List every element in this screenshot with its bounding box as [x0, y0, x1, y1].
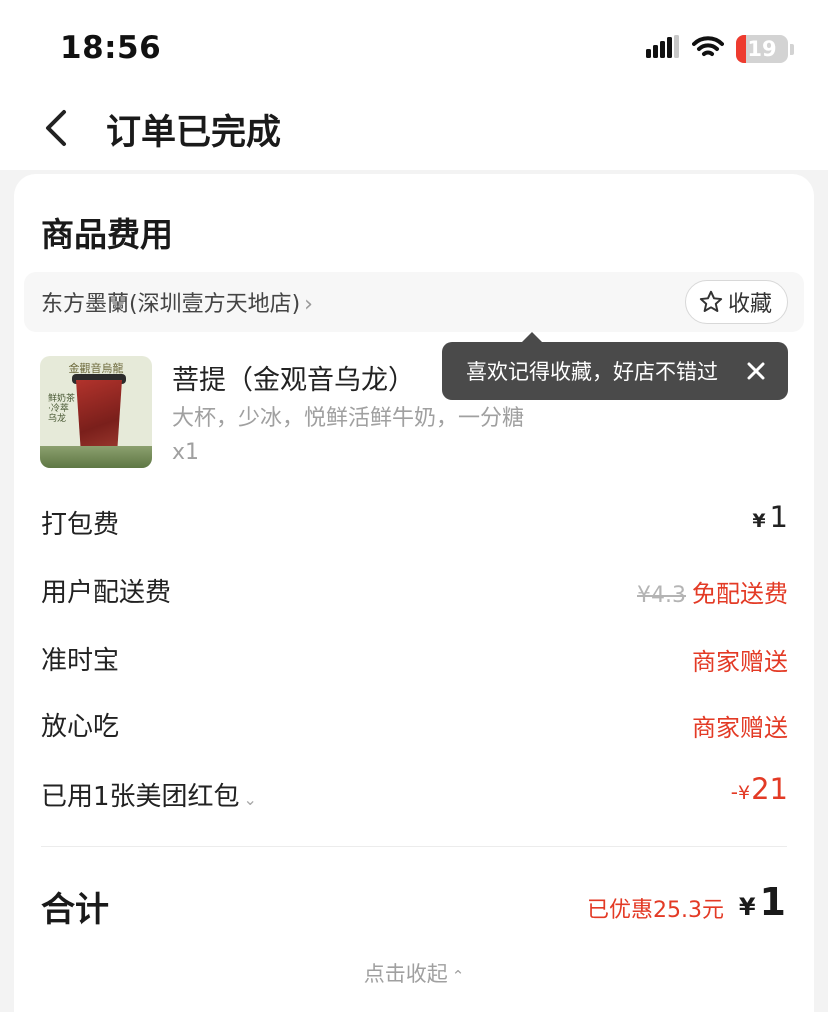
back-button[interactable]: [38, 106, 78, 150]
red-packet-label: 已用1张美团红包: [41, 782, 240, 812]
ontime-label: 准时宝: [41, 646, 120, 676]
section-title: 商品费用: [41, 215, 173, 254]
red-packet-amount: 21: [751, 772, 788, 806]
leaf-graphic: [40, 446, 152, 468]
store-link[interactable]: 东方墨蘭(深圳壹方天地店) ›: [41, 286, 313, 318]
currency-symbol: ¥: [752, 510, 766, 532]
red-packet-toggle[interactable]: 已用1张美团红包 ⌄: [41, 776, 257, 813]
product-qty: x1: [172, 440, 200, 465]
collapse-label: 点击收起: [363, 962, 448, 986]
battery-tip: [790, 43, 794, 55]
red-packet-value: -¥21: [731, 772, 788, 806]
close-icon: [747, 362, 765, 380]
tooltip-text: 喜欢记得收藏，好店不错过: [466, 360, 718, 384]
battery-icon: 19: [736, 35, 788, 63]
delivery-free-badge: 免配送费: [692, 580, 788, 608]
packaging-fee-amount: 1: [769, 500, 788, 534]
currency-symbol: ¥: [738, 782, 751, 804]
delivery-original-price: ¥4.3: [637, 583, 686, 608]
packaging-fee-label: 打包费: [41, 510, 120, 540]
status-time: 18:56: [60, 30, 162, 66]
chevron-left-icon: [46, 110, 66, 146]
wifi-icon: [692, 35, 724, 63]
total-saved: 已优惠25.3元: [587, 898, 724, 923]
packaging-fee-value: ¥1: [752, 500, 788, 534]
product-image[interactable]: 金觀音烏龍 鲜奶茶·冷萃乌龙: [40, 356, 152, 468]
chevron-down-icon: ⌄: [243, 790, 257, 809]
product-image-text: 鲜奶茶·冷萃乌龙: [48, 394, 76, 424]
page-title: 订单已完成: [106, 113, 282, 153]
chevron-right-icon: ›: [304, 292, 313, 317]
tooltip-close-button[interactable]: [742, 357, 770, 385]
discount-sign: -: [730, 780, 738, 804]
favorite-tooltip: 喜欢记得收藏，好店不错过: [442, 332, 788, 400]
safe-eat-label: 放心吃: [41, 712, 120, 742]
total-label: 合计: [41, 890, 109, 930]
currency-symbol: ¥: [738, 893, 756, 921]
star-icon: [699, 290, 723, 312]
battery-level-text: 19: [747, 37, 777, 61]
favorite-button[interactable]: 收藏: [684, 280, 788, 324]
top-bar: 18:56 19 订单已完成: [0, 0, 828, 170]
product-name: 菩提（金观音乌龙）: [172, 365, 415, 396]
safe-eat-value: 商家赠送: [692, 714, 788, 742]
delivery-fee-value: ¥4.3 免配送费: [637, 574, 788, 609]
store-name: 东方墨蘭(深圳壹方天地店): [41, 292, 301, 317]
delivery-fee-label: 用户配送费: [41, 578, 172, 608]
favorite-label: 收藏: [727, 292, 772, 317]
store-row: 东方墨蘭(深圳壹方天地店) › 收藏: [24, 272, 804, 332]
signal-icon: [646, 35, 680, 63]
collapse-button[interactable]: 点击收起 ⌃: [14, 958, 814, 988]
chevron-up-icon: ⌃: [451, 967, 465, 985]
status-icons: 19: [646, 34, 794, 64]
divider: [41, 846, 787, 847]
fees-card: 商品费用 东方墨蘭(深圳壹方天地店) › 收藏 金觀音烏龍 鲜奶茶·冷萃乌龙 菩提…: [14, 174, 814, 1012]
product-spec: 大杯，少冰，悦鲜活鲜牛奶，一分糖: [172, 406, 525, 431]
total-value: ¥1: [739, 880, 786, 924]
total-amount: 1: [759, 880, 786, 924]
ontime-value: 商家赠送: [692, 648, 788, 676]
